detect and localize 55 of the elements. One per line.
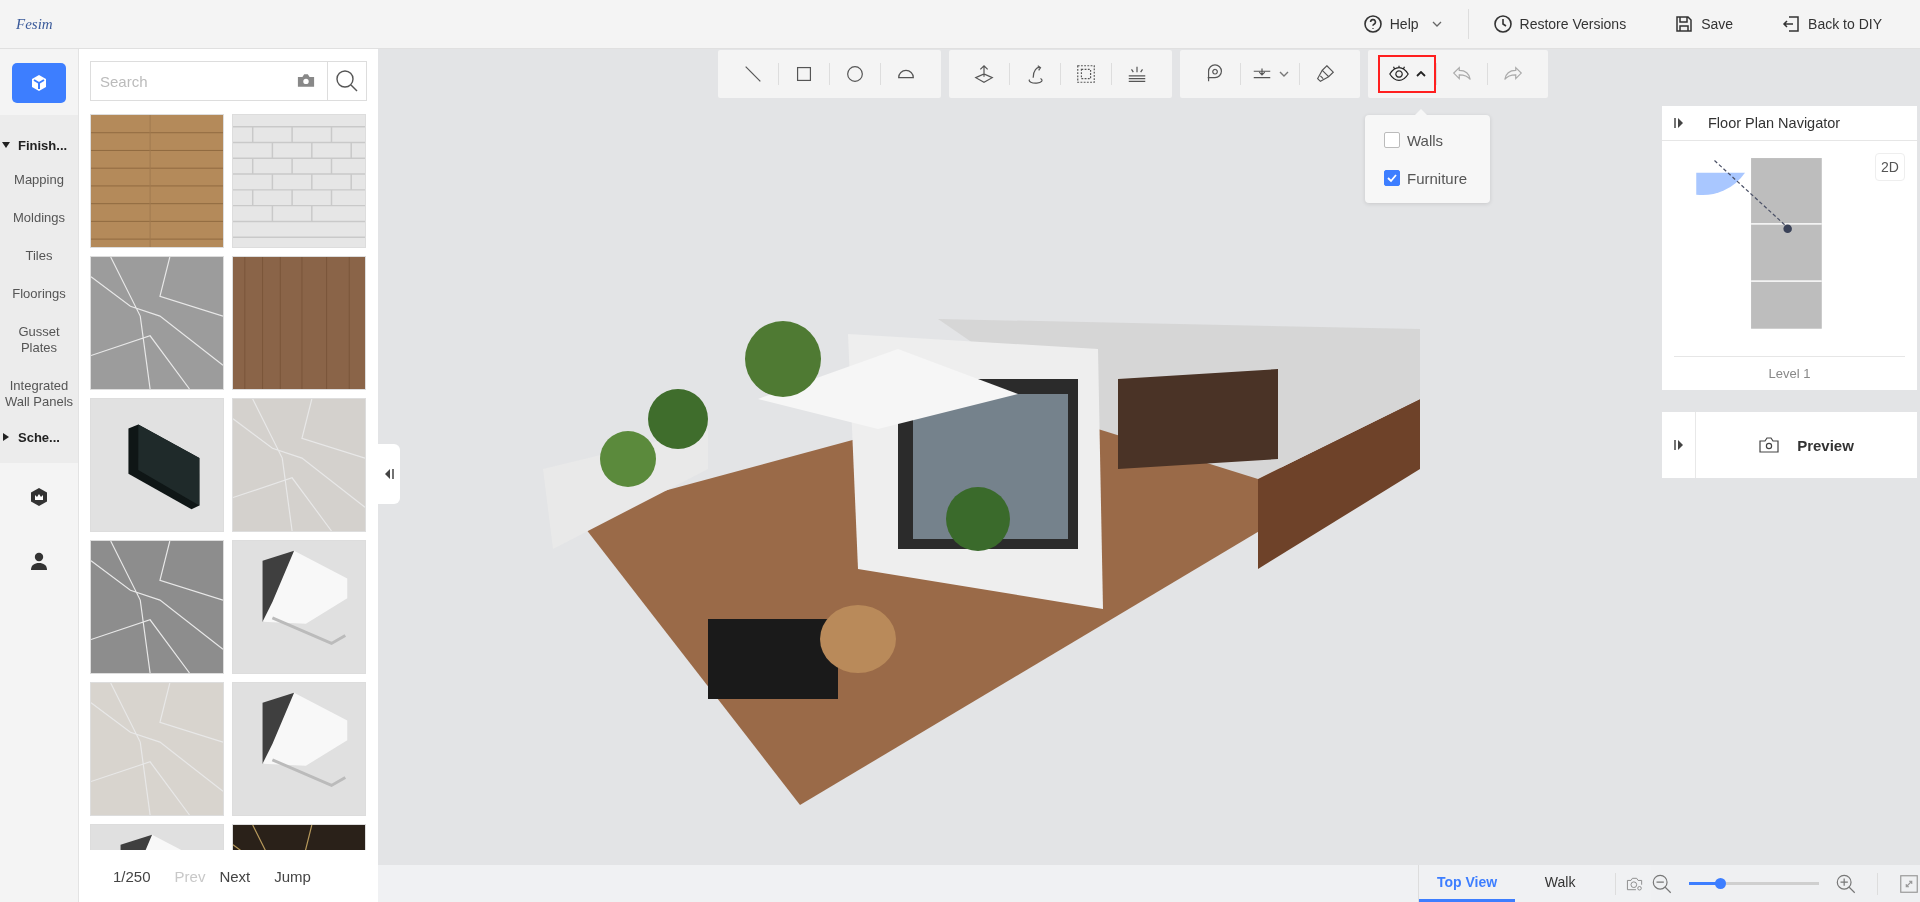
- search-button[interactable]: [327, 61, 367, 101]
- tool-button[interactable]: [1378, 55, 1436, 93]
- panel-title: Floor Plan Navigator: [1708, 115, 1841, 131]
- collapse-icon: [384, 468, 394, 480]
- header-button[interactable]: Save: [1650, 9, 1758, 39]
- header-button[interactable]: Back to DIY: [1757, 9, 1906, 39]
- crown-icon[interactable]: [29, 487, 49, 507]
- menu-item[interactable]: Furniture: [1365, 159, 1490, 197]
- caret-icon: [1431, 21, 1442, 27]
- category-item[interactable]: Tiles: [0, 237, 78, 275]
- page-indicator: 1/250: [113, 867, 151, 885]
- person-icon[interactable]: [29, 551, 49, 571]
- category-item[interactable]: Mapping: [0, 161, 78, 199]
- category-item[interactable]: Gusset Plates: [0, 313, 78, 367]
- zoom-out-icon[interactable]: [1651, 872, 1673, 895]
- level-label: Level 1: [1674, 356, 1905, 390]
- camera-icon: [1759, 437, 1780, 453]
- jump-button[interactable]: Jump: [274, 867, 311, 885]
- arrow-up-icon: [973, 63, 995, 85]
- exit-icon: [1781, 14, 1802, 34]
- clock-icon: [1492, 14, 1513, 34]
- checkbox[interactable]: [1384, 170, 1400, 186]
- header-button[interactable]: Help: [1338, 9, 1469, 39]
- fit-view-icon[interactable]: [1898, 872, 1920, 895]
- save-icon: [1674, 14, 1695, 34]
- caret-icon: [2, 141, 10, 149]
- collapse-handle[interactable]: [378, 444, 400, 504]
- view-tab[interactable]: Walk: [1515, 865, 1606, 902]
- search-field[interactable]: Search: [90, 61, 327, 101]
- frame-icon: [1075, 63, 1097, 85]
- help-icon: [1362, 14, 1383, 34]
- header-button[interactable]: Restore Versions: [1468, 9, 1651, 39]
- caret-icon: [1279, 71, 1289, 77]
- search-icon: [335, 69, 359, 93]
- category-header[interactable]: Finish...: [0, 129, 78, 161]
- 2d-button[interactable]: 2D: [1875, 153, 1905, 181]
- category-item[interactable]: Moldings: [0, 199, 78, 237]
- checkbox[interactable]: [1384, 132, 1400, 148]
- logo: Fesim: [16, 15, 53, 33]
- caret-icon: [2, 433, 10, 441]
- next-button[interactable]: Next: [219, 867, 251, 885]
- menu-item[interactable]: Walls: [1365, 121, 1490, 159]
- category-header[interactable]: Sche...: [0, 421, 78, 453]
- collapse-icon[interactable]: [1674, 117, 1684, 129]
- caret-icon: [1416, 71, 1426, 77]
- category-item[interactable]: Integrated Wall Panels: [0, 367, 78, 421]
- cube-icon: [29, 73, 49, 93]
- collapse-icon[interactable]: [1673, 439, 1684, 451]
- circle-icon: [844, 63, 866, 85]
- camera-icon[interactable]: [297, 73, 315, 88]
- preview-button[interactable]: Preview: [1696, 412, 1917, 478]
- category-item[interactable]: Floorings: [0, 275, 78, 313]
- brush-icon: [1314, 63, 1336, 85]
- materials-button[interactable]: [12, 63, 66, 103]
- zoom-in-icon[interactable]: [1835, 872, 1857, 895]
